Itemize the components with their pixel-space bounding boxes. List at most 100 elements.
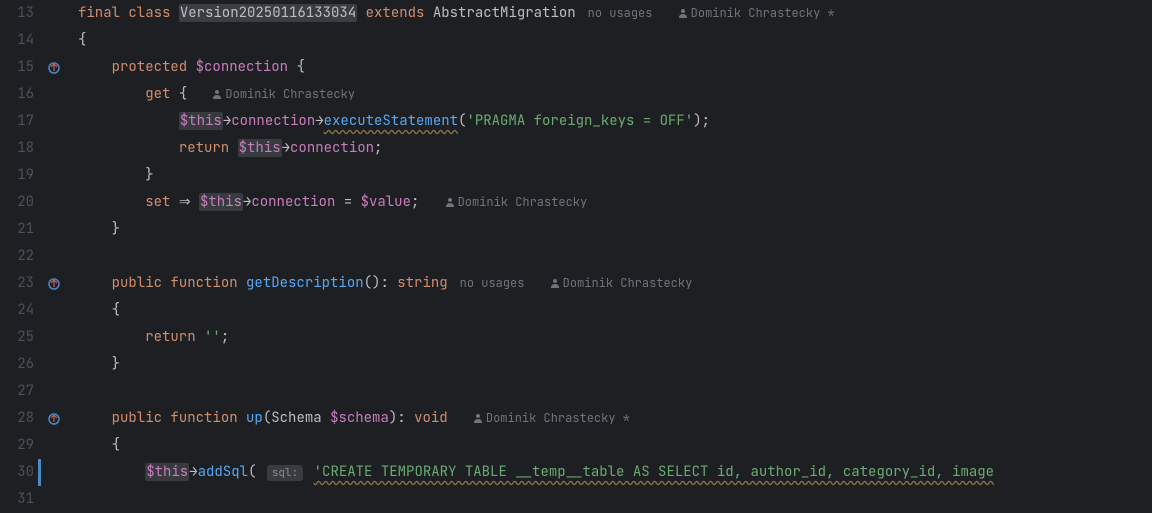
string-literal: '' (204, 328, 221, 346)
class-name: AbstractMigration (433, 4, 576, 22)
code-line[interactable] (68, 486, 1152, 500)
variable: $value (361, 193, 411, 211)
keyword: extends (366, 4, 425, 22)
code-area[interactable]: final class Version20250116133034 extend… (68, 0, 1152, 500)
usage-hint: no usages (588, 5, 653, 21)
line-number: 13 (0, 0, 34, 27)
author-hint[interactable]: Dominik Chrastecky (550, 275, 693, 291)
paren: ); (693, 112, 710, 130)
keyword: public (112, 274, 162, 292)
method-call: addSql (198, 463, 248, 481)
arrow-op: → (223, 112, 231, 130)
this-ref: $this (199, 193, 243, 211)
line-number: 29 (0, 432, 34, 459)
string-literal: 'PRAGMA foreign_keys = OFF' (466, 112, 693, 130)
keyword: final (78, 4, 120, 22)
brace: { (112, 301, 120, 319)
code-line[interactable]: } (68, 216, 1152, 243)
line-number: 30 (0, 459, 34, 486)
code-line[interactable]: { (68, 27, 1152, 54)
code-line[interactable]: return ''; (68, 324, 1152, 351)
arrow-op: → (315, 112, 323, 130)
user-icon (473, 413, 483, 423)
property: connection (290, 139, 374, 157)
code-line[interactable]: set ⇒ $this→connection = $value; Dominik… (68, 189, 1152, 216)
code-line[interactable]: final class Version20250116133034 extend… (68, 0, 1152, 27)
line-number: 16 (0, 81, 34, 108)
line-number: 28 (0, 405, 34, 432)
brace: } (112, 220, 120, 238)
line-number: 23 (0, 270, 34, 297)
line-number: 25 (0, 324, 34, 351)
brace: { (78, 31, 86, 49)
brace: } (145, 166, 153, 184)
marker-gutter (38, 0, 68, 500)
parens: (): (364, 274, 389, 292)
code-line[interactable]: $this→addSql( sql: 'CREATE TEMPORARY TAB… (68, 459, 1152, 486)
code-line[interactable]: public function getDescription(): string… (68, 270, 1152, 297)
keyword: return (145, 328, 195, 346)
author-hint[interactable]: Dominik Chrastecky (212, 86, 355, 102)
arrow-op: ⇒ (179, 193, 191, 211)
author-hint[interactable]: Dominik Chrastecky * (678, 5, 835, 21)
property: connection (231, 112, 315, 130)
keyword: set (145, 193, 170, 211)
user-icon (212, 89, 222, 99)
current-line-indicator (38, 459, 41, 486)
usage-hint: no usages (460, 275, 525, 291)
code-line[interactable]: } (68, 162, 1152, 189)
keyword: protected (112, 58, 188, 76)
author-hint[interactable]: Dominik Chrastecky * (473, 410, 630, 426)
code-line[interactable]: { (68, 297, 1152, 324)
brace: { (179, 85, 187, 103)
code-line[interactable]: get { Dominik Chrastecky (68, 81, 1152, 108)
this-ref: $this (145, 463, 189, 481)
paren: ( (263, 409, 271, 427)
code-line[interactable]: { (68, 432, 1152, 459)
keyword: class (128, 4, 170, 22)
override-icon[interactable] (46, 276, 62, 292)
paren: ( (248, 463, 256, 481)
code-line[interactable]: return $this→connection; (68, 135, 1152, 162)
type: void (414, 409, 448, 427)
line-number: 22 (0, 243, 34, 270)
override-icon[interactable] (46, 60, 62, 76)
semicolon: ; (221, 328, 229, 346)
keyword: return (179, 139, 229, 157)
line-number: 27 (0, 378, 34, 405)
param-hint: sql: (267, 465, 303, 481)
line-number: 19 (0, 162, 34, 189)
method-call: executeStatement (324, 112, 458, 130)
code-line[interactable]: protected $connection { (68, 54, 1152, 81)
code-line[interactable] (68, 378, 1152, 405)
variable: $connection (196, 58, 288, 76)
author-hint[interactable]: Dominik Chrastecky (445, 194, 588, 210)
line-number: 20 (0, 189, 34, 216)
code-line[interactable]: public function up(Schema $schema): void… (68, 405, 1152, 432)
user-icon (445, 197, 455, 207)
line-number: 18 (0, 135, 34, 162)
code-line[interactable]: $this→connection→executeStatement('PRAGM… (68, 108, 1152, 135)
brace: { (112, 436, 120, 454)
brace: } (112, 355, 120, 373)
code-line[interactable]: } (68, 351, 1152, 378)
code-editor[interactable]: 13 14 15 16 17 18 19 20 21 22 23 24 25 2… (0, 0, 1152, 500)
line-number: 14 (0, 27, 34, 54)
user-icon (550, 278, 560, 288)
keyword: get (145, 85, 170, 103)
line-number: 21 (0, 216, 34, 243)
code-line[interactable] (68, 243, 1152, 270)
user-icon (678, 8, 688, 18)
override-icon[interactable] (46, 411, 62, 427)
method-name: getDescription (246, 274, 364, 292)
keyword: function (170, 274, 237, 292)
semicolon: ; (374, 139, 382, 157)
parameter: $schema (330, 409, 389, 427)
operator: = (344, 193, 352, 211)
line-number-gutter: 13 14 15 16 17 18 19 20 21 22 23 24 25 2… (0, 0, 38, 500)
method-name: up (246, 409, 263, 427)
this-ref: $this (238, 139, 282, 157)
type: string (397, 274, 447, 292)
line-number: 17 (0, 108, 34, 135)
property: connection (251, 193, 335, 211)
